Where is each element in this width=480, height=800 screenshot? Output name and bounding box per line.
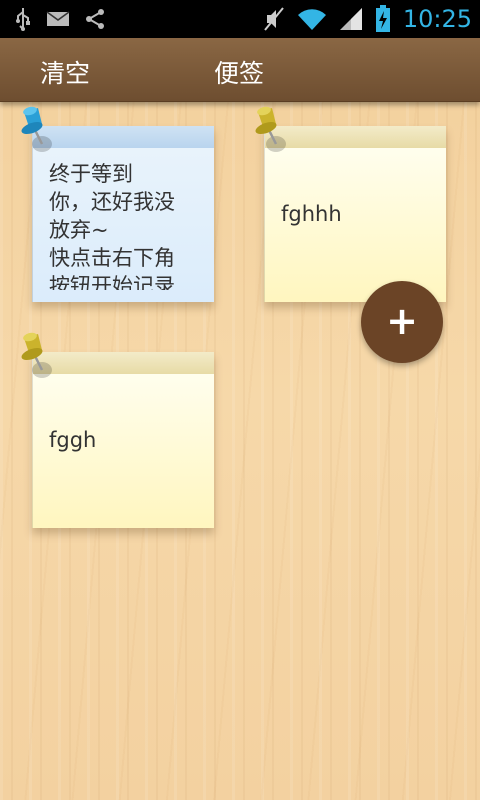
usb-icon [14,7,32,31]
add-note-button[interactable]: + [361,281,443,363]
note-tape [33,126,214,148]
signal-icon [339,7,363,31]
mute-icon [263,6,285,32]
note-card[interactable]: 终于等到 你，还好我没 放弃~ 快点击右下角 按钮开始记录 [32,126,214,302]
note-card[interactable]: fggh [32,352,214,528]
system-icons: 10:25 [263,0,472,38]
yellow-pin-icon [16,332,56,386]
wifi-icon [297,7,327,31]
share-icon [84,8,106,30]
status-bar: 10:25 [0,0,480,38]
clear-button[interactable]: 清空 [40,54,90,90]
yellow-pin-icon [250,106,290,160]
note-text: fggh [49,428,97,452]
note-text: 终于等到 你，还好我没 放弃~ 快点击右下角 按钮开始记录 [49,162,175,290]
status-time: 10:25 [402,5,472,33]
page-title: 便签 [214,59,265,88]
plus-icon: + [386,299,418,343]
note-text: fghhh [281,202,342,226]
notification-icons [14,6,106,32]
action-bar: 清空 便签 [0,38,480,102]
blue-pin-icon [16,106,56,160]
battery-icon [375,5,391,33]
note-card[interactable]: fghhh [264,126,446,302]
mail-icon [46,10,70,28]
